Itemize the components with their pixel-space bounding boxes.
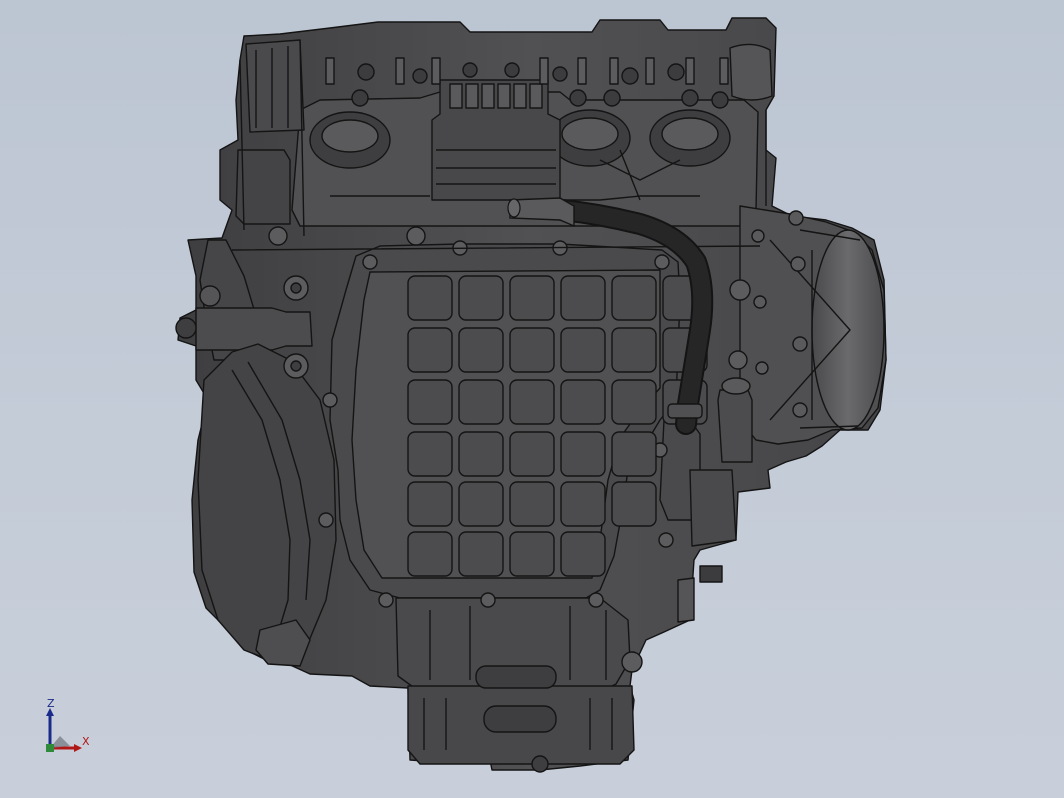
grid-cell xyxy=(509,531,555,577)
grid-cell xyxy=(560,275,606,321)
grid-cell xyxy=(407,379,453,425)
grid-cell xyxy=(560,431,606,477)
grid-cell xyxy=(458,531,504,577)
grid-cell xyxy=(611,431,657,477)
axis-z-label: Z xyxy=(47,697,55,710)
grid-cell xyxy=(509,431,555,477)
grid-cell xyxy=(611,275,657,321)
grid-cell xyxy=(509,379,555,425)
grid-cell xyxy=(611,481,657,527)
grid-cell xyxy=(407,275,453,321)
grid-cell xyxy=(611,327,657,373)
grid-cell xyxy=(458,275,504,321)
grid-cell xyxy=(560,531,606,577)
coordinate-triad: Z X xyxy=(36,696,106,760)
grid-cell xyxy=(458,379,504,425)
grid-cell xyxy=(458,481,504,527)
engine-model[interactable] xyxy=(0,0,1064,798)
grid-cell xyxy=(509,327,555,373)
graphics-viewport[interactable]: Z X xyxy=(0,0,1064,798)
grid-cell xyxy=(509,481,555,527)
grid-cell xyxy=(407,481,453,527)
axis-x-label: X xyxy=(82,735,90,748)
grid-cell xyxy=(560,379,606,425)
grid-cell xyxy=(560,481,606,527)
grid-cell xyxy=(407,531,453,577)
grid-cell xyxy=(407,431,453,477)
grid-cell xyxy=(611,379,657,425)
grid-cell xyxy=(458,327,504,373)
grid-cell xyxy=(509,275,555,321)
grid-cell xyxy=(560,327,606,373)
grid-cell xyxy=(458,431,504,477)
grid-cell xyxy=(407,327,453,373)
